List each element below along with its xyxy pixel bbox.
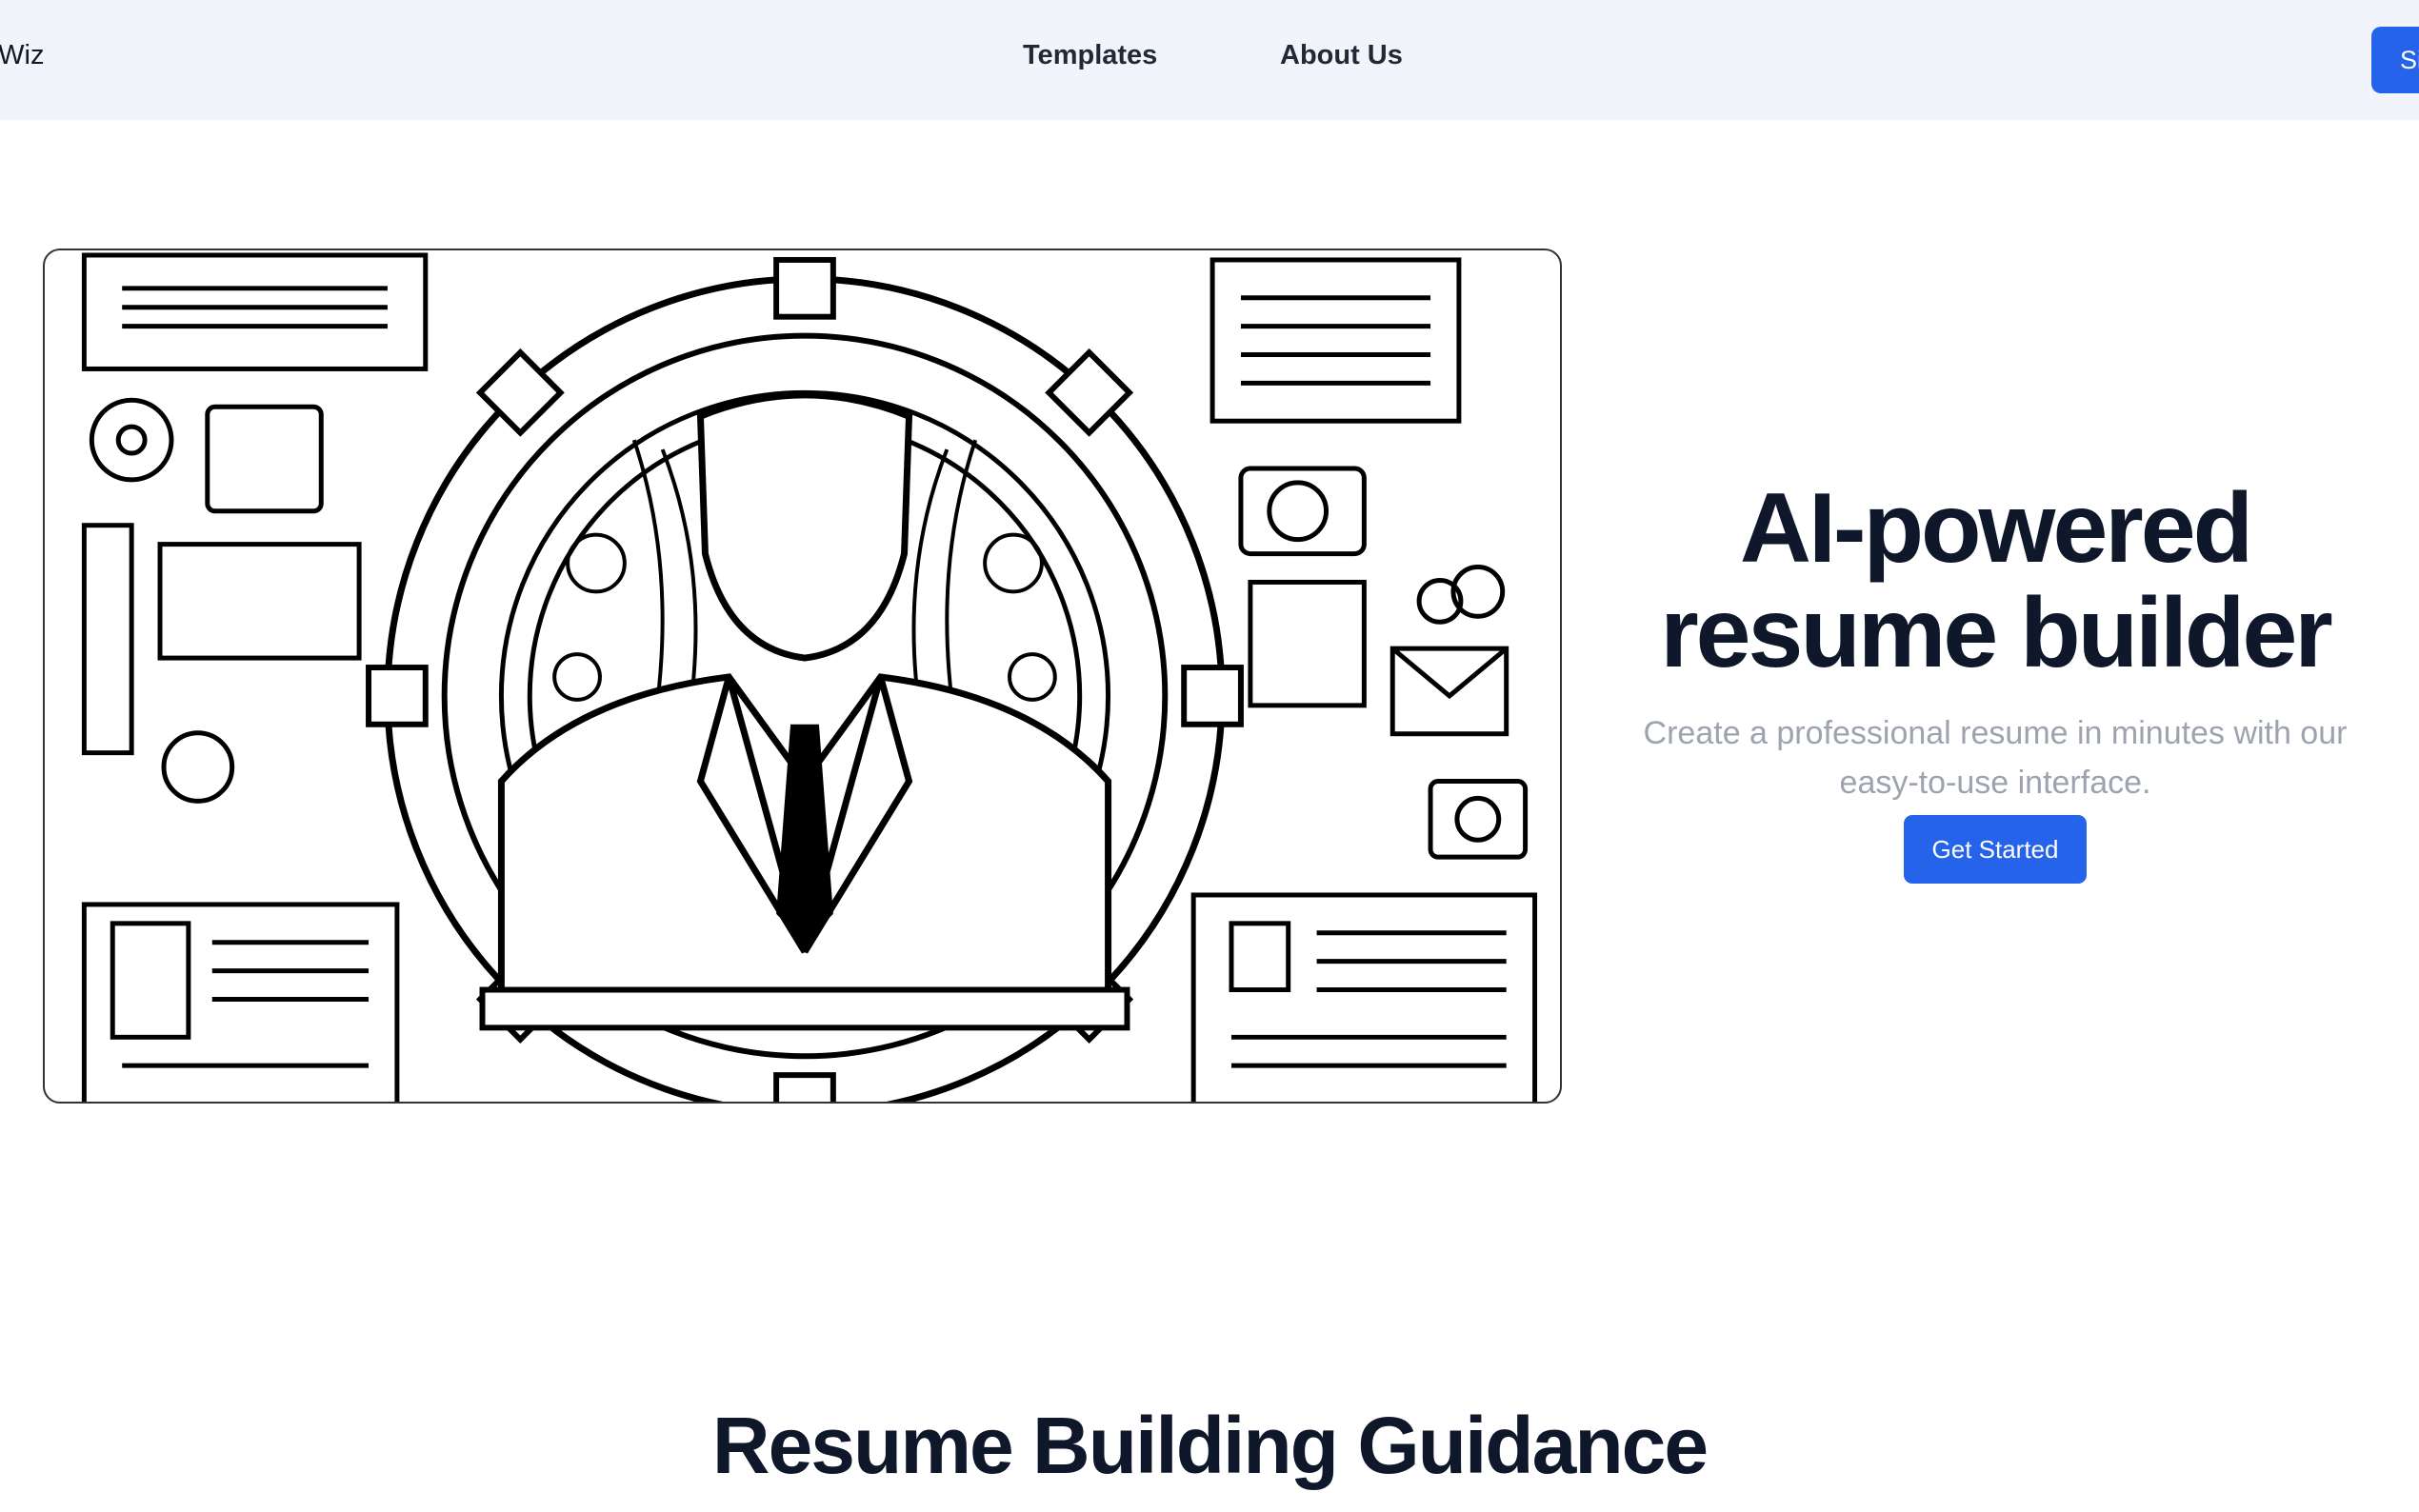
brand-logo[interactable]: eWiz xyxy=(0,40,44,71)
nav-templates-link[interactable]: Templates xyxy=(1023,40,1157,71)
hero-subtitle: Create a professional resume in minutes … xyxy=(1643,715,2348,801)
robot-resume-illustration-icon xyxy=(81,252,1538,1102)
top-navbar: eWiz Templates About Us Si xyxy=(0,0,2419,120)
hero-title-line2: resume builder xyxy=(1660,578,2333,688)
get-started-button[interactable]: Get Started xyxy=(1903,815,2088,884)
hero-title: AI-powered resume builder xyxy=(1609,476,2381,686)
nav-about-link[interactable]: About Us xyxy=(1280,40,1403,71)
hero-text-block: AI-powered resume builder Create a profe… xyxy=(1609,476,2381,884)
hero-illustration xyxy=(43,249,1562,1104)
hero-title-line1: AI-powered xyxy=(1739,473,2253,584)
brand-logo-container[interactable]: eWiz xyxy=(0,0,76,120)
signin-button[interactable]: Si xyxy=(2371,27,2419,93)
section-title-guidance: Resume Building Guidance xyxy=(711,1401,1709,1490)
